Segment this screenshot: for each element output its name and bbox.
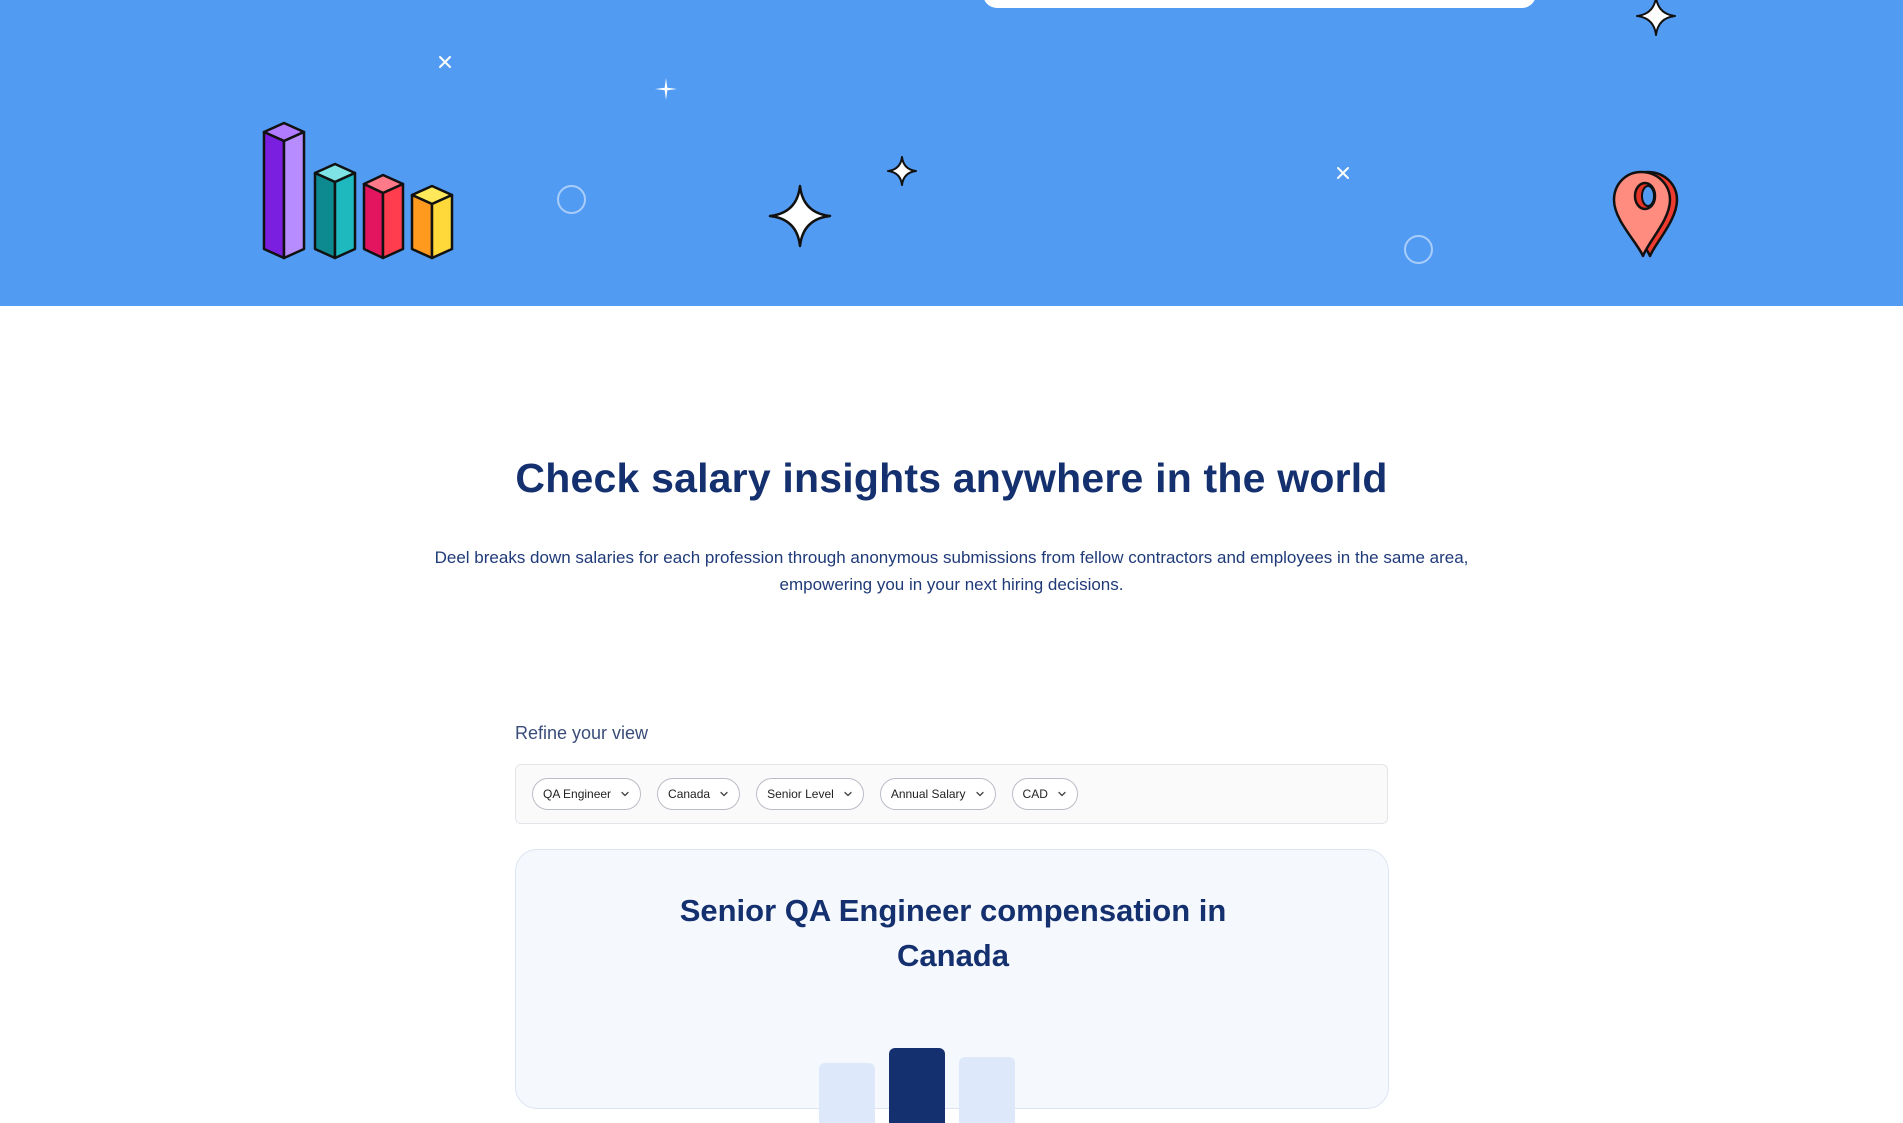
filter-role-label: QA Engineer [543, 787, 612, 801]
circle-outline-icon [557, 185, 586, 214]
hero-search-box[interactable] [983, 0, 1536, 8]
filter-country-dropdown[interactable]: Canada [657, 778, 741, 810]
page-description: Deel breaks down salaries for each profe… [390, 544, 1513, 598]
filter-level-dropdown[interactable]: Senior Level [756, 778, 864, 810]
refine-label: Refine your view [515, 723, 649, 743]
hero-banner [0, 0, 1903, 306]
filter-bar: QA Engineer Canada Senior Level Annual S… [515, 764, 1388, 824]
location-pin-illustration [1612, 170, 1679, 258]
filter-currency-label: CAD [1022, 787, 1048, 801]
compensation-card: Senior QA Engineer compensation in Canad… [515, 849, 1389, 1123]
compensation-title-line: Senior QA Engineer compensation in [679, 893, 1227, 928]
chevron-down-icon [720, 791, 728, 797]
cross-sparkle-icon [439, 56, 451, 68]
sparkle-icon [1636, 0, 1676, 36]
chevron-down-icon [621, 791, 629, 797]
salary-bar-high [959, 1057, 1015, 1123]
compensation-title-line: Canada [897, 938, 1009, 973]
bar-chart-illustration [262, 121, 454, 260]
filter-period-dropdown[interactable]: Annual Salary [879, 778, 996, 810]
chevron-down-icon [1058, 791, 1066, 797]
compensation-title: Senior QA Engineer compensation in Canad… [606, 888, 1300, 978]
circle-outline-icon [1404, 235, 1433, 264]
filter-currency-dropdown[interactable]: CAD [1011, 778, 1078, 810]
chevron-down-icon [975, 791, 984, 797]
cross-sparkle-icon [1337, 167, 1349, 179]
filter-level-label: Senior Level [767, 787, 834, 801]
sparkle-icon [655, 78, 677, 100]
page-description-line: Deel breaks down salaries for each profe… [434, 548, 1469, 567]
salary-bar-low [819, 1063, 875, 1123]
page-description-line: empowering you in your next hiring decis… [779, 575, 1124, 594]
salary-bar-median [889, 1048, 945, 1123]
sparkle-icon [887, 156, 917, 186]
filter-period-label: Annual Salary [890, 787, 966, 801]
filter-role-dropdown[interactable]: QA Engineer [532, 778, 642, 810]
chevron-down-icon [844, 791, 852, 797]
sparkle-icon [768, 184, 832, 248]
filter-country-label: Canada [668, 787, 711, 801]
page-title: Check salary insights anywhere in the wo… [515, 455, 1388, 501]
